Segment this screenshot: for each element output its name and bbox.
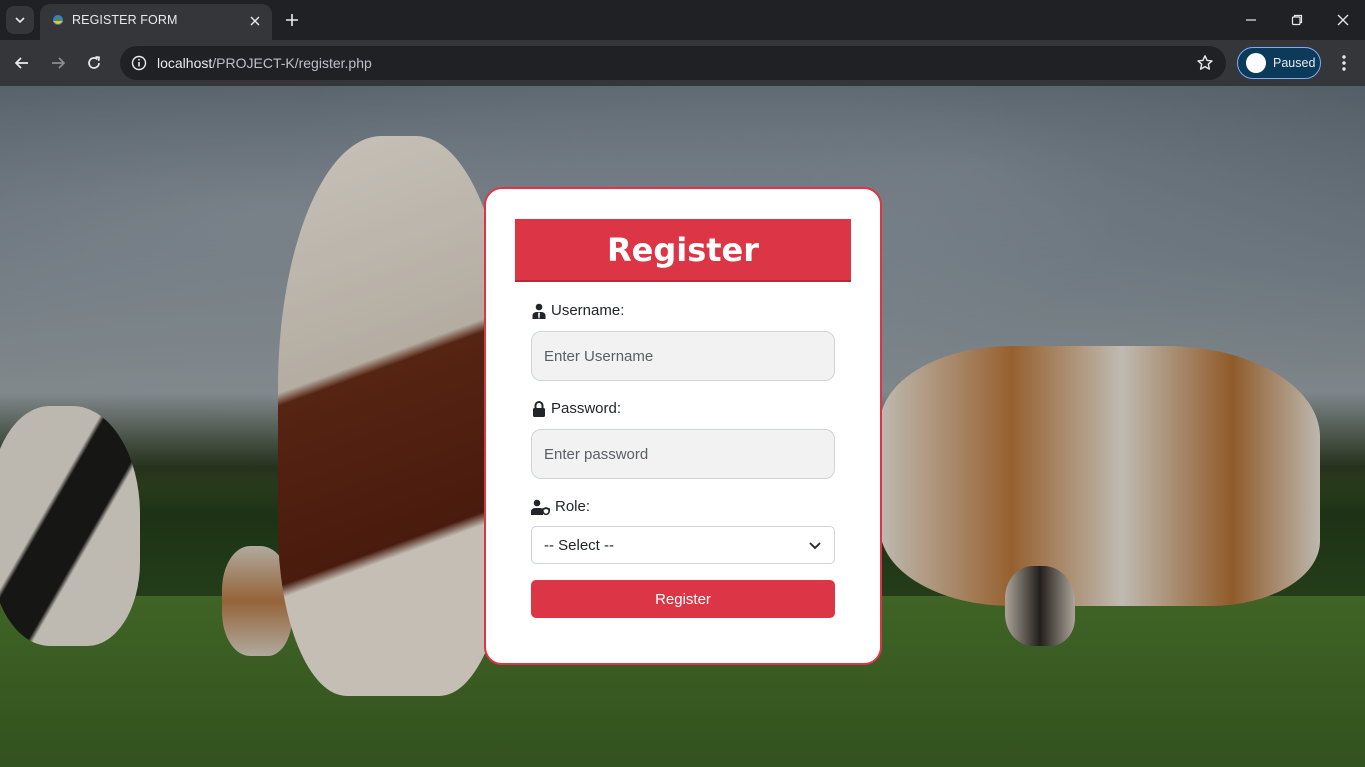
role-select-value: -- Select --: [544, 536, 615, 554]
restore-button[interactable]: [1274, 4, 1320, 36]
register-card: Register Username: Password: Role: -- Se…: [484, 187, 882, 665]
profile-button[interactable]: Paused: [1237, 47, 1321, 79]
password-label-text: Password:: [551, 400, 622, 417]
arrow-right-icon: [52, 57, 66, 69]
forward-button[interactable]: [44, 49, 72, 77]
username-label: Username:: [531, 302, 624, 319]
register-button[interactable]: Register: [531, 580, 835, 618]
reload-icon: [88, 56, 100, 69]
username-input[interactable]: [531, 331, 835, 381]
info-icon: [131, 55, 147, 71]
url-host: localhost: [157, 55, 213, 71]
back-button[interactable]: [8, 49, 36, 77]
browser-menu-button[interactable]: [1332, 50, 1356, 76]
address-bar[interactable]: localhost/PROJECT-K/register.php: [120, 46, 1226, 80]
reload-button[interactable]: [80, 49, 108, 77]
user-tie-icon: [531, 303, 547, 319]
tab-search-button[interactable]: [6, 6, 34, 34]
password-input[interactable]: [531, 429, 835, 479]
minimize-icon: [1246, 19, 1256, 21]
browser-toolbar: localhost/PROJECT-K/register.php Paused: [0, 40, 1365, 86]
role-select[interactable]: -- Select --: [531, 526, 835, 564]
card-header: Register: [515, 219, 851, 282]
restore-icon: [1291, 14, 1303, 26]
role-label-text: Role:: [555, 498, 591, 515]
profile-status: Paused: [1273, 56, 1316, 70]
page-title: Register: [606, 230, 760, 269]
star-icon: [1197, 55, 1213, 70]
url-path: /PROJECT-K/register.php: [212, 55, 372, 71]
favicon-icon: [53, 15, 63, 25]
password-label: Password:: [531, 400, 621, 417]
chevron-down-icon: [809, 542, 821, 550]
chevron-down-icon: [15, 17, 25, 24]
tab-title: REGISTER FORM: [72, 13, 178, 27]
close-icon: [250, 16, 260, 26]
username-label-text: Username:: [551, 302, 625, 319]
active-tab[interactable]: REGISTER FORM: [40, 4, 272, 40]
page-viewport: Register Username: Password: Role: -- Se…: [0, 86, 1365, 767]
close-icon: [1337, 14, 1349, 26]
browser-tab-bar: REGISTER FORM: [0, 0, 1365, 40]
plus-icon: [286, 14, 298, 26]
minimize-button[interactable]: [1228, 4, 1274, 36]
bookmark-button[interactable]: [1194, 52, 1216, 74]
arrow-left-icon: [14, 57, 28, 69]
avatar: [1246, 53, 1266, 73]
more-vertical-icon: [1342, 55, 1346, 71]
window-close-button[interactable]: [1320, 4, 1365, 36]
site-info-button[interactable]: [128, 52, 150, 74]
lock-icon: [531, 400, 547, 417]
url-text: localhost/PROJECT-K/register.php: [157, 55, 372, 71]
tab-close-button[interactable]: [246, 12, 264, 30]
role-label: Role:: [531, 498, 590, 515]
new-tab-button[interactable]: [280, 8, 304, 32]
user-shield-icon: [531, 499, 551, 515]
